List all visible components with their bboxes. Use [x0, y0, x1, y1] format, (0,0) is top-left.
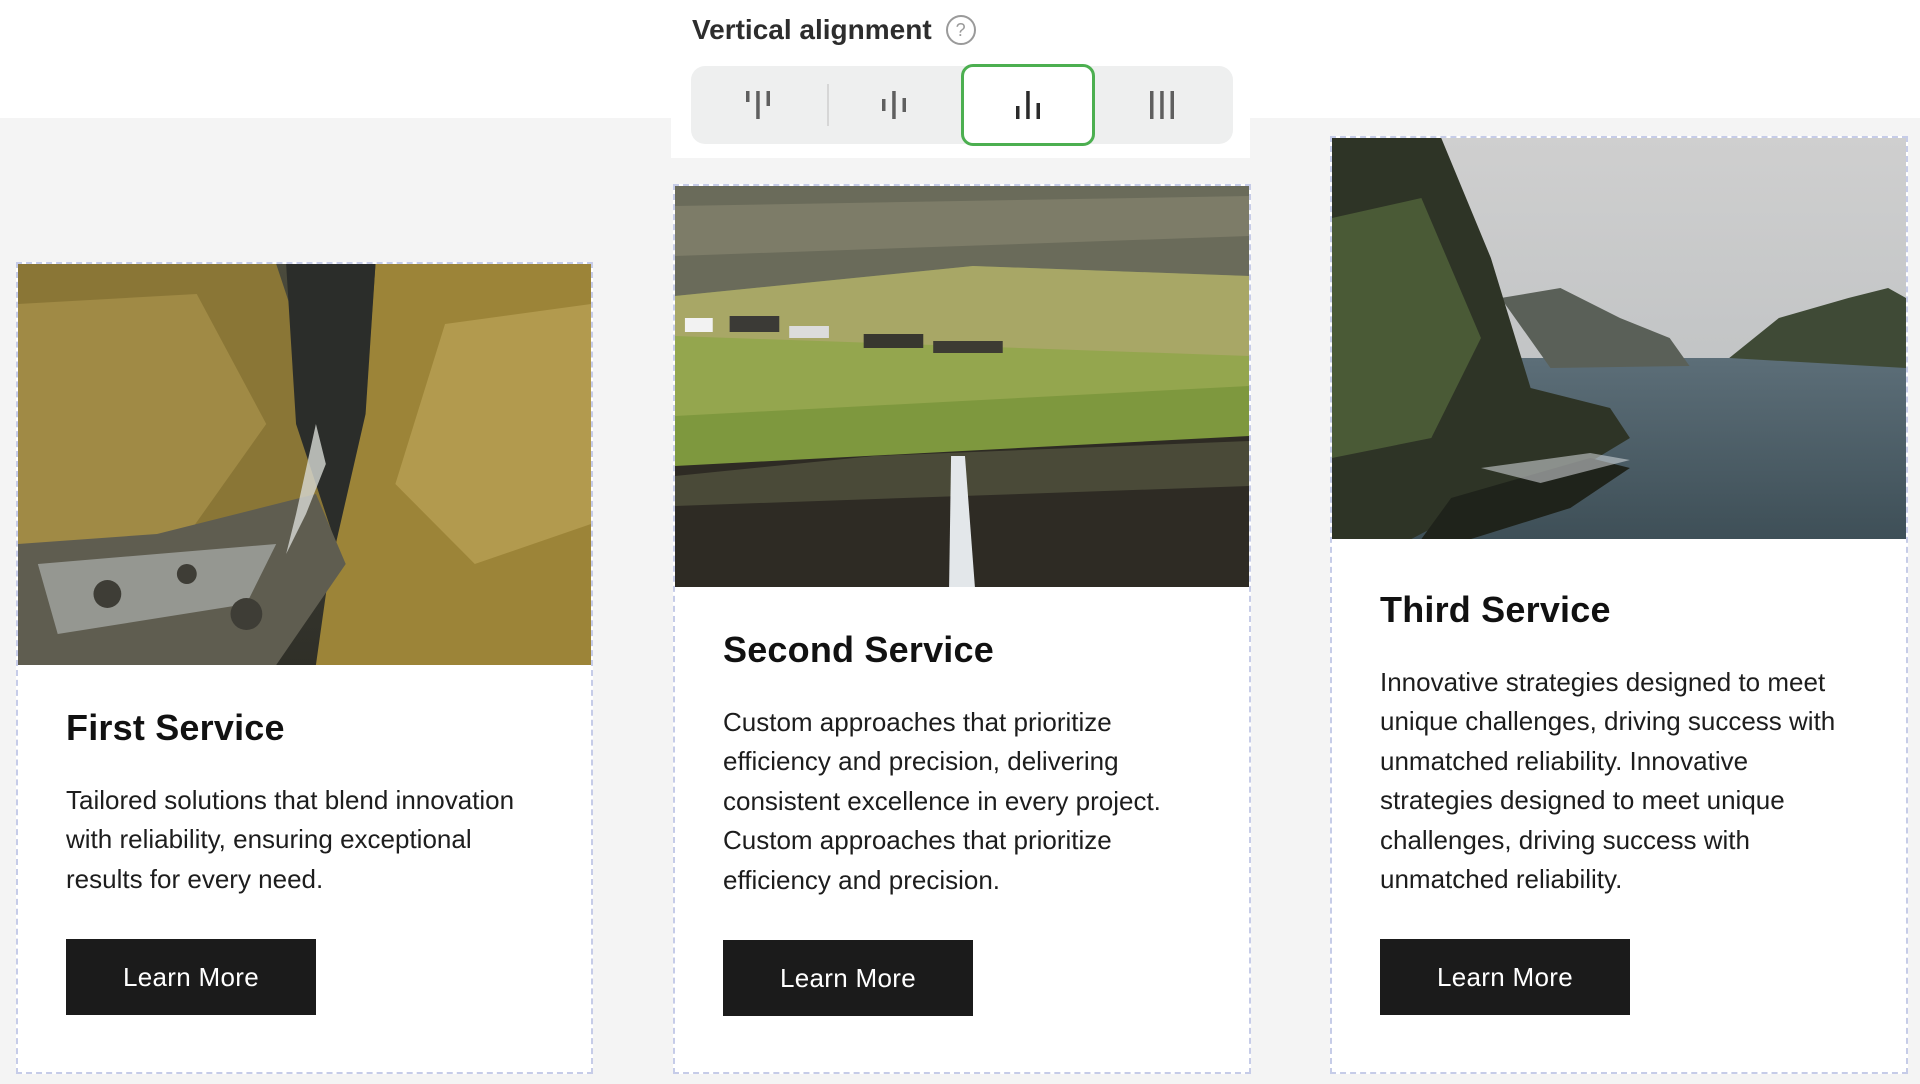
align-top-button[interactable]	[691, 66, 825, 144]
card-image-sea-cliffs	[1332, 138, 1906, 539]
learn-more-button[interactable]: Learn More	[1380, 939, 1630, 1016]
toolbar-header: Vertical alignment ?	[692, 12, 976, 48]
align-bottom-button[interactable]	[961, 64, 1095, 146]
align-top-icon	[746, 91, 770, 119]
card-description: Tailored solutions that blend innovation…	[66, 785, 515, 894]
service-card-second: Second Service Custom approaches that pr…	[673, 184, 1251, 1074]
service-card-first: First Service Tailored solutions that bl…	[16, 262, 593, 1074]
align-bottom-icon	[1016, 91, 1040, 119]
learn-more-button[interactable]: Learn More	[66, 939, 316, 1016]
card-description: Innovative strategies designed to meet u…	[1380, 667, 1836, 895]
help-icon[interactable]: ?	[945, 15, 976, 45]
card-image-village-waterfall	[675, 186, 1249, 587]
card-title: Second Service	[723, 629, 994, 670]
align-stretch-icon	[1150, 91, 1174, 119]
align-center-icon	[882, 91, 906, 119]
toolbar-title: Vertical alignment	[692, 14, 932, 45]
card-title: Third Service	[1380, 589, 1611, 630]
align-stretch-button[interactable]	[1095, 66, 1229, 144]
card-description: Custom approaches that prioritize effici…	[723, 707, 1161, 895]
service-card-third: Third Service Innovative strategies desi…	[1330, 136, 1908, 1074]
align-center-button[interactable]	[827, 66, 961, 144]
vertical-alignment-segmented-control	[691, 64, 1233, 146]
card-title: First Service	[66, 707, 285, 748]
card-image-ravine	[18, 264, 591, 665]
learn-more-button[interactable]: Learn More	[723, 940, 973, 1017]
